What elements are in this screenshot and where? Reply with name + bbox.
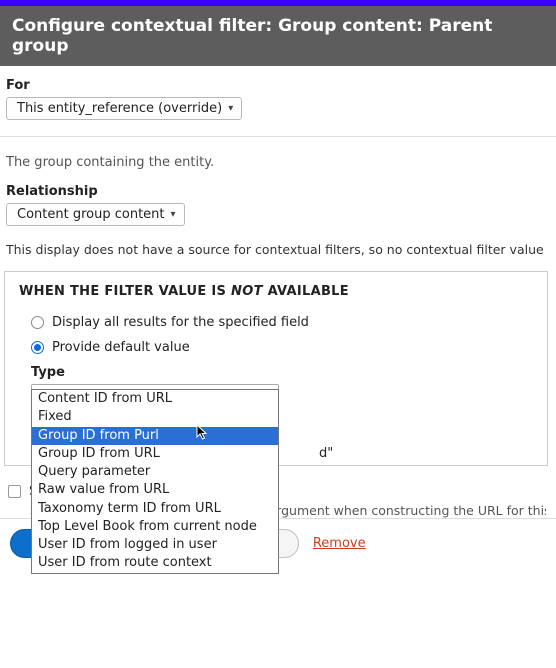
remove-link[interactable]: Remove (313, 536, 366, 551)
source-note: This display does not have a source for … (6, 242, 546, 257)
radio-label: Display all results for the specified fi… (52, 315, 309, 330)
relationship-label: Relationship (6, 184, 546, 199)
dialog-header: Configure contextual filter: Group conte… (0, 6, 556, 66)
radio-icon (31, 341, 44, 354)
obscured-text: d" (319, 446, 333, 461)
dropdown-option[interactable]: User ID from logged in user (32, 536, 278, 554)
dropdown-option[interactable]: Query parameter (32, 463, 278, 481)
radio-icon (31, 316, 44, 329)
dropdown-option[interactable]: Fixed (32, 408, 278, 426)
for-label: For (6, 78, 546, 93)
chevron-down-icon: ▾ (171, 209, 176, 220)
relationship-select[interactable]: Content group content ▾ (6, 203, 185, 226)
when-not-available-fieldset: WHEN THE FILTER VALUE IS NOT AVAILABLE D… (4, 271, 548, 466)
type-dropdown[interactable]: Content ID from URL Fixed Group ID from … (31, 389, 279, 574)
for-select-value: This entity_reference (override) (17, 101, 222, 116)
relationship-select-value: Content group content (17, 207, 165, 222)
dropdown-option[interactable]: Taxonomy term ID from URL (32, 500, 278, 518)
for-select[interactable]: This entity_reference (override) ▾ (6, 97, 242, 120)
dropdown-option[interactable]: User ID from route context (32, 554, 278, 572)
type-label: Type (31, 365, 533, 380)
radio-display-all[interactable]: Display all results for the specified fi… (31, 315, 533, 330)
dropdown-option[interactable]: Group ID from Purl (32, 427, 278, 445)
radio-label: Provide default value (52, 340, 190, 355)
divider (0, 136, 556, 137)
dropdown-option[interactable]: Top Level Book from current node (32, 518, 278, 536)
radio-provide-default[interactable]: Provide default value (31, 340, 533, 355)
filter-description: The group containing the entity. (6, 155, 546, 170)
checkbox-icon (8, 485, 21, 498)
dropdown-option[interactable]: Raw value from URL (32, 481, 278, 499)
dropdown-option[interactable]: Group ID from URL (32, 445, 278, 463)
fieldset-title: WHEN THE FILTER VALUE IS NOT AVAILABLE (19, 284, 533, 299)
dropdown-option[interactable]: Content ID from URL (32, 390, 278, 408)
dialog-title: Configure contextual filter: Group conte… (12, 16, 492, 56)
chevron-down-icon: ▾ (228, 103, 233, 114)
